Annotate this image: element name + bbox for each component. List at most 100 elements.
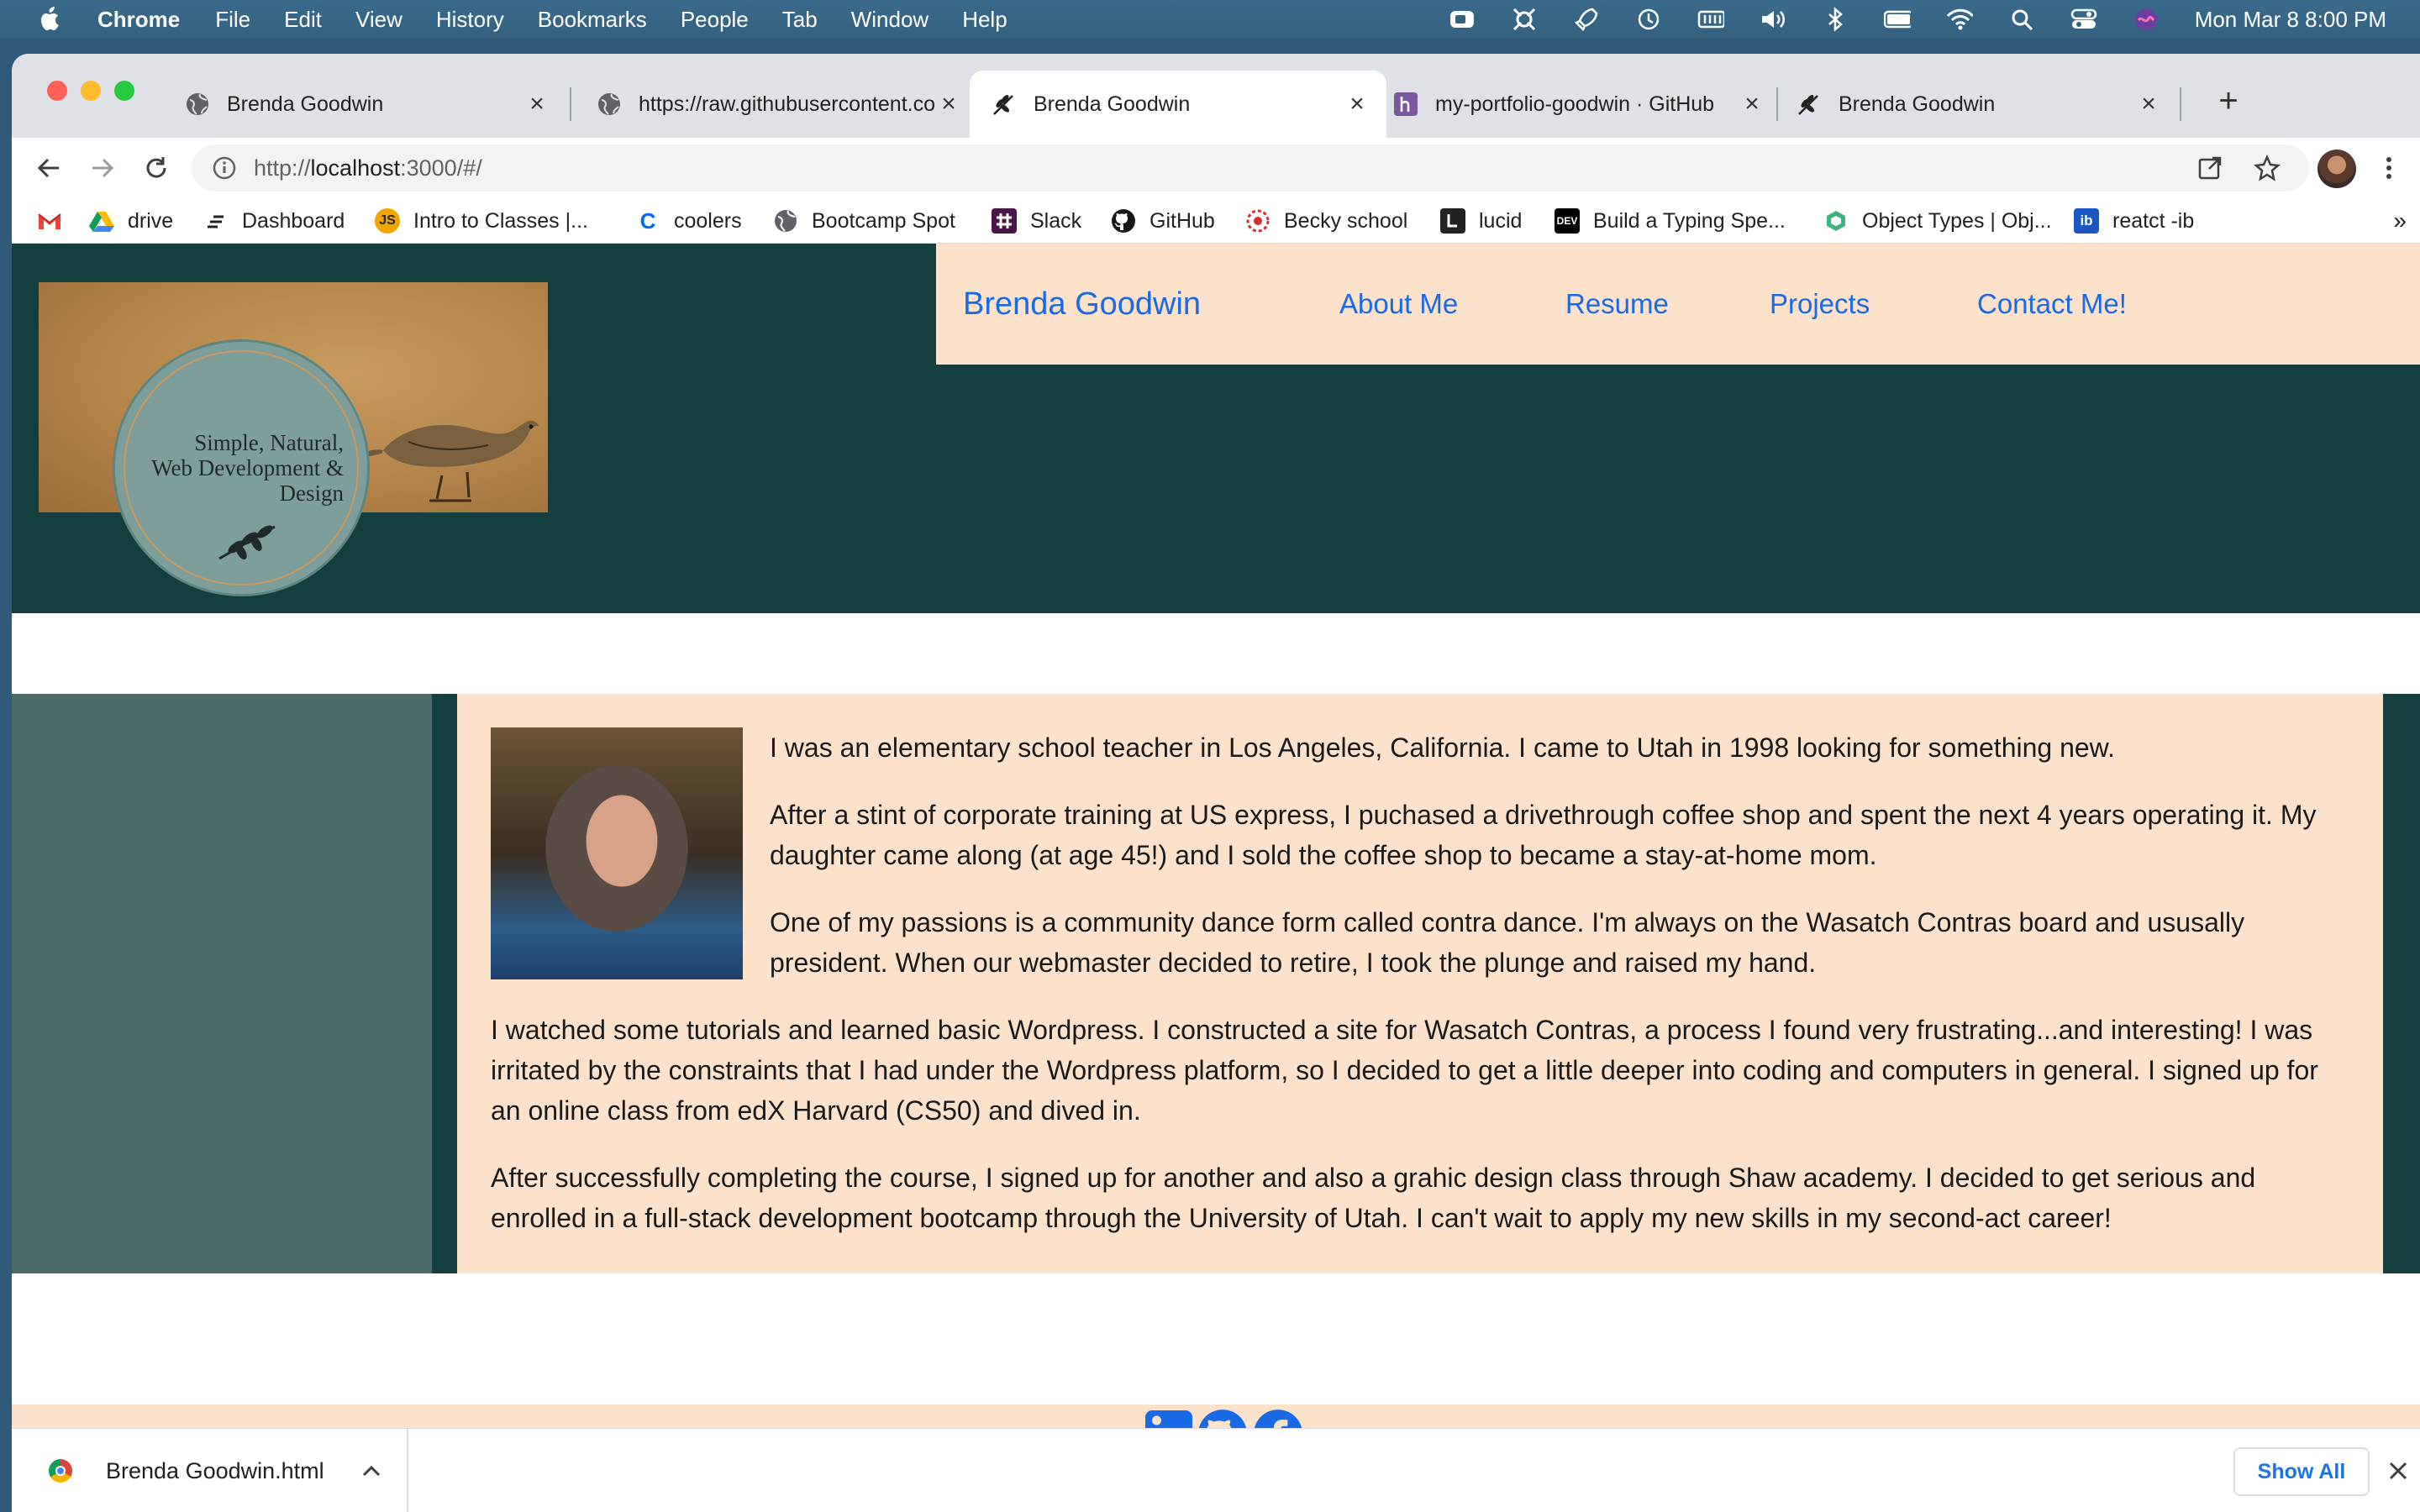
school-icon	[1245, 208, 1270, 234]
forward-icon[interactable]	[84, 150, 121, 186]
bluetooth-icon[interactable]	[1822, 6, 1849, 33]
back-icon[interactable]	[30, 150, 67, 186]
close-tab-icon[interactable]: ×	[2136, 90, 2161, 118]
bookmark-dashboard[interactable]: Dashboard	[203, 198, 345, 244]
lucid-icon	[1440, 208, 1465, 234]
page-viewport: Simple, Natural, Web Development & Desig…	[12, 244, 2420, 1475]
battery-icon[interactable]	[1883, 6, 1911, 33]
tab-github-repo[interactable]: my-portfolio-goodwin · GitHub ×	[1371, 71, 1781, 138]
js-icon: JS	[375, 208, 400, 234]
bookmark-drive[interactable]: drive	[89, 198, 173, 244]
bookmark-label: drive	[128, 208, 174, 233]
leaf-icon	[1797, 92, 1822, 117]
new-tab-button[interactable]: +	[2210, 82, 2247, 119]
time-machine-icon[interactable]	[1635, 6, 1662, 33]
chevron-up-icon[interactable]	[358, 1457, 385, 1484]
zoom-window-button[interactable]	[114, 81, 134, 101]
rocket-icon[interactable]	[1573, 6, 1600, 33]
bookmark-label: Object Types | Obj...	[1862, 208, 2052, 233]
close-tab-icon[interactable]: ×	[1739, 90, 1765, 118]
nav-contact-me[interactable]: Contact Me!	[1977, 288, 2127, 320]
gmail-icon	[37, 208, 62, 234]
site-info-icon[interactable]	[212, 155, 237, 181]
tab-brenda-goodwin-1[interactable]: Brenda Goodwin ×	[163, 71, 566, 138]
bookmark-label: coolers	[674, 208, 742, 233]
menu-bookmarks[interactable]: Bookmarks	[538, 7, 647, 33]
bookmark-coolers[interactable]: C coolers	[635, 198, 742, 244]
address-bar[interactable]: http://localhost:3000/#/	[192, 144, 2309, 192]
nav-resume[interactable]: Resume	[1565, 288, 1669, 320]
bookmark-object-types[interactable]: Object Types | Obj...	[1823, 198, 2052, 244]
side-divider	[432, 694, 457, 1273]
profile-avatar[interactable]	[2317, 150, 2356, 188]
bookmark-label: GitHub	[1150, 208, 1215, 233]
ib-icon: ib	[2074, 208, 2099, 234]
logo-line-2: Web Development &	[151, 455, 344, 480]
bookmark-bootcamp-spot[interactable]: Bootcamp Spot	[773, 198, 955, 244]
download-item[interactable]: Brenda Goodwin.html	[12, 1429, 408, 1512]
close-tab-icon[interactable]: ×	[524, 90, 550, 118]
bookmark-label: Bootcamp Spot	[812, 208, 955, 233]
nav-projects[interactable]: Projects	[1770, 288, 1870, 320]
memory-icon[interactable]	[1697, 6, 1724, 33]
download-shelf: Brenda Goodwin.html Show All	[12, 1428, 2420, 1512]
bookmark-slack[interactable]: Slack	[992, 198, 1081, 244]
bookmark-github[interactable]: GitHub	[1111, 198, 1215, 244]
menu-view[interactable]: View	[355, 7, 402, 33]
zoom-icon[interactable]	[1449, 6, 1476, 33]
volume-icon[interactable]	[1760, 6, 1786, 33]
bookmarks-overflow-button[interactable]: »	[2393, 198, 2407, 244]
close-download-shelf-icon[interactable]	[2385, 1457, 2412, 1484]
wifi-icon[interactable]	[1946, 6, 1973, 33]
app-status-icon[interactable]	[1511, 6, 1538, 33]
tab-title: Brenda Goodwin	[1839, 92, 1996, 116]
right-divider	[2383, 694, 2420, 1273]
bookmark-becky-school[interactable]: Becky school	[1245, 198, 1407, 244]
bookmark-lucid[interactable]: lucid	[1440, 198, 1522, 244]
spotlight-search-icon[interactable]	[2008, 6, 2035, 33]
reload-icon[interactable]	[138, 150, 175, 186]
menu-history[interactable]: History	[436, 7, 504, 33]
tab-brenda-goodwin-2[interactable]: Brenda Goodwin ×	[1775, 71, 2178, 138]
minimize-window-button[interactable]	[81, 81, 101, 101]
about-paragraph: One of my passions is a community dance …	[770, 907, 2245, 978]
nav-about-me[interactable]: About Me	[1339, 288, 1458, 320]
brand-link[interactable]: Brenda Goodwin	[963, 286, 1201, 323]
url-text: http://localhost:3000/#/	[254, 155, 482, 181]
control-center-icon[interactable]	[2070, 6, 2097, 33]
leaf-icon	[218, 525, 276, 560]
tab-raw-githubusercontent[interactable]: https://raw.githubusercontent.com ×	[575, 71, 978, 138]
bookmark-label: Build a Typing Spe...	[1593, 208, 1786, 233]
menubar-clock[interactable]: Mon Mar 8 8:00 PM	[2195, 7, 2386, 33]
menu-window[interactable]: Window	[851, 7, 929, 33]
menu-file[interactable]: File	[215, 7, 250, 33]
bookmark-star-icon[interactable]	[2252, 153, 2282, 183]
more-menu-icon[interactable]	[2376, 150, 2402, 186]
menu-edit[interactable]: Edit	[284, 7, 322, 33]
close-tab-icon[interactable]: ×	[1344, 90, 1370, 118]
menu-tab[interactable]: Tab	[782, 7, 818, 33]
site-navigation: Brenda Goodwin About Me Resume Projects …	[936, 244, 2420, 365]
tab-brenda-goodwin-active[interactable]: Brenda Goodwin ×	[970, 71, 1386, 138]
window-controls	[47, 81, 148, 101]
menu-help[interactable]: Help	[962, 7, 1007, 33]
open-in-app-icon[interactable]	[2195, 153, 2225, 183]
bookmark-typing-speed[interactable]: DEV Build a Typing Spe...	[1555, 198, 1786, 244]
bookmarks-bar: drive Dashboard JS Intro to Classes |...…	[12, 198, 2420, 244]
about-paragraph: I was an elementary school teacher in Lo…	[770, 732, 2115, 763]
site-logo[interactable]: Simple, Natural, Web Development & Desig…	[39, 282, 548, 596]
show-all-button[interactable]: Show All	[2233, 1447, 2370, 1496]
url-path: :3000/#/	[400, 155, 482, 181]
close-window-button[interactable]	[47, 81, 67, 101]
bookmark-intro-to-classes[interactable]: JS Intro to Classes |...	[375, 198, 588, 244]
close-tab-icon[interactable]: ×	[936, 90, 961, 118]
chrome-file-icon	[49, 1459, 72, 1483]
apple-menu-icon[interactable]	[34, 3, 67, 36]
menu-people[interactable]: People	[681, 7, 749, 33]
leaf-icon	[992, 92, 1017, 117]
bookmark-gmail[interactable]	[37, 198, 76, 244]
bookmark-react-ib[interactable]: ib reatct -ib	[2074, 198, 2194, 244]
tab-title: https://raw.githubusercontent.com	[639, 92, 936, 116]
menu-app-chrome[interactable]: Chrome	[97, 7, 180, 33]
siri-icon[interactable]	[2133, 6, 2160, 33]
